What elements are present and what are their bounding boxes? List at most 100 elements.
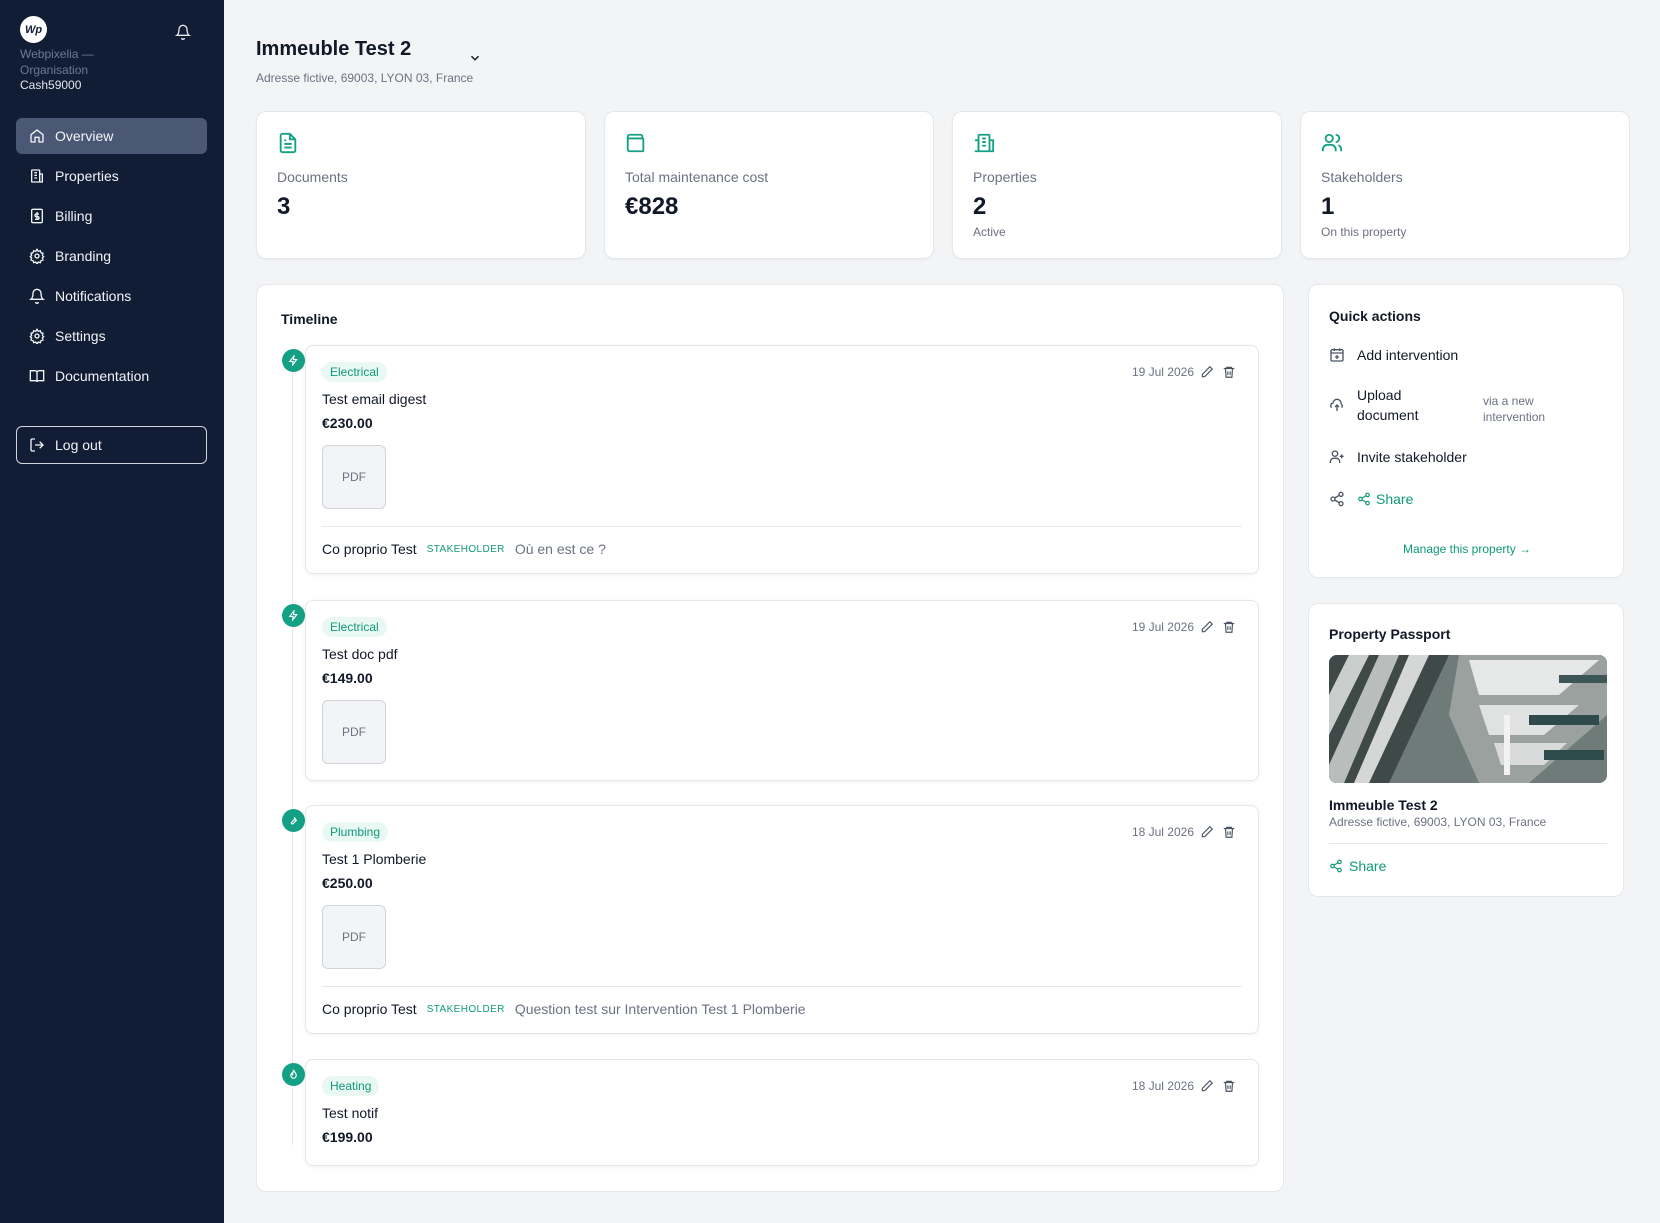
entry-name: Test doc pdf [322, 646, 398, 662]
edit-icon[interactable] [1200, 825, 1214, 839]
timeline-entry[interactable]: Electrical 19 Jul 2026 Test doc pdf €149… [305, 600, 1259, 781]
trash-icon[interactable] [1222, 620, 1236, 634]
sidebar: Wp Webpixelia — Organisation Cash59000 O… [0, 0, 224, 1223]
trash-icon[interactable] [1222, 365, 1236, 379]
stat-card-stakeholders: Stakeholders 1 On this property [1300, 111, 1630, 259]
pdf-thumbnail[interactable]: PDF [322, 445, 386, 509]
timeline-entry[interactable]: Heating 18 Jul 2026 Test notif €199.00 [305, 1059, 1259, 1166]
org-logo[interactable]: Wp [20, 16, 47, 43]
share-label: Share [1349, 858, 1387, 874]
divider [1329, 843, 1607, 844]
stat-card-documents: Documents 3 [256, 111, 586, 259]
manage-property-link[interactable]: Manage this property → [1309, 542, 1625, 556]
stat-value: 3 [277, 193, 291, 220]
user-plus-icon [1329, 450, 1344, 463]
invite-stakeholder-button[interactable]: Invite stakeholder [1329, 449, 1467, 465]
add-intervention-button[interactable]: Add intervention [1329, 347, 1458, 363]
stat-label: Stakeholders [1321, 169, 1403, 185]
stat-value: €828 [625, 193, 679, 220]
entry-name: Test 1 Plomberie [322, 851, 427, 867]
comment-author: Co proprio Test [322, 541, 417, 557]
org-id: Cash59000 [20, 78, 82, 92]
trash-icon[interactable] [1222, 1079, 1236, 1093]
entry-amount: €230.00 [322, 415, 373, 431]
pdf-thumbnail[interactable]: PDF [322, 700, 386, 764]
stat-sub: On this property [1321, 225, 1407, 239]
entry-amount: €149.00 [322, 670, 373, 686]
quick-actions-title: Quick actions [1329, 308, 1421, 324]
stat-label: Properties [973, 169, 1037, 185]
timeline-entry[interactable]: Plumbing 18 Jul 2026 Test 1 Plomberie €2… [305, 805, 1259, 1034]
pdf-thumbnail[interactable]: PDF [322, 905, 386, 969]
upload-document-button[interactable]: Upload document [1329, 385, 1437, 425]
category-badge: Heating [322, 1076, 380, 1096]
lightning-icon [282, 349, 305, 372]
share-action: Share [1329, 491, 1413, 507]
bell-icon[interactable] [175, 24, 191, 40]
flame-icon [282, 1063, 305, 1086]
sidebar-item-label: Properties [55, 168, 119, 184]
comment-author: Co proprio Test [322, 1001, 417, 1017]
chevron-down-icon[interactable] [468, 51, 482, 65]
upload-document-label: Upload document [1357, 387, 1419, 423]
timeline-panel: Timeline Electrical 19 Jul 2026 Test ema… [256, 284, 1284, 1192]
dollar-doc-icon [31, 208, 43, 224]
home-icon [30, 129, 44, 143]
timeline-entry[interactable]: Electrical 19 Jul 2026 Test email digest… [305, 345, 1259, 574]
entry-amount: €199.00 [322, 1129, 373, 1145]
share-icon [1358, 492, 1370, 506]
trash-icon[interactable] [1222, 825, 1236, 839]
passport-title: Property Passport [1329, 626, 1451, 642]
comment-text: Question test sur Intervention Test 1 Pl… [514, 1001, 806, 1017]
stat-card-maintenance-cost: Total maintenance cost €828 [604, 111, 934, 259]
page-title: Immeuble Test 2 [256, 38, 412, 60]
category-badge: Electrical [322, 617, 387, 637]
comment-role: STAKEHOLDER [426, 1003, 505, 1015]
add-intervention-label: Add intervention [1357, 347, 1459, 363]
page-address: Adresse fictive, 69003, LYON 03, France [256, 71, 474, 85]
stat-card-properties: Properties 2 Active [952, 111, 1282, 259]
gear-icon [29, 248, 45, 264]
passport-share-button[interactable]: Share [1329, 858, 1386, 874]
sidebar-item-branding[interactable]: Branding [16, 238, 207, 274]
timeline-line [292, 365, 293, 1145]
stat-value: 2 [973, 193, 987, 220]
sidebar-item-label: Overview [55, 128, 114, 144]
logout-button[interactable]: Log out [16, 426, 207, 464]
property-passport-panel: Property Passport Immeuble Test 2 Adress… [1308, 603, 1624, 897]
sidebar-item-properties[interactable]: Properties [16, 158, 207, 194]
edit-icon[interactable] [1200, 1079, 1214, 1093]
timeline-title: Timeline [281, 311, 338, 327]
entry-name: Test notif [322, 1105, 379, 1121]
share-button[interactable]: Share [1357, 491, 1413, 507]
sidebar-item-overview[interactable]: Overview [16, 118, 207, 154]
entry-comment: Co proprio Test STAKEHOLDER Où en est ce… [322, 526, 1242, 557]
book-icon [29, 370, 45, 383]
quick-actions-panel: Quick actions Add intervention Upload do… [1308, 284, 1624, 578]
calendar-plus-icon [1330, 348, 1344, 362]
edit-icon[interactable] [1200, 365, 1214, 379]
sidebar-item-documentation[interactable]: Documentation [16, 358, 207, 394]
wallet-icon [625, 132, 647, 154]
comment-role: STAKEHOLDER [426, 543, 505, 555]
passport-name: Immeuble Test 2 [1329, 797, 1438, 813]
sidebar-item-notifications[interactable]: Notifications [16, 278, 207, 314]
category-badge: Electrical [322, 362, 387, 382]
edit-icon[interactable] [1200, 620, 1214, 634]
share-icon [1330, 491, 1344, 507]
entry-date: 19 Jul 2026 [1131, 365, 1194, 379]
gear-icon [29, 328, 45, 344]
building-icon [973, 132, 995, 154]
invite-stakeholder-label: Invite stakeholder [1357, 449, 1467, 465]
sidebar-item-billing[interactable]: Billing [16, 198, 207, 234]
sidebar-item-settings[interactable]: Settings [16, 318, 207, 354]
entry-name: Test email digest [322, 391, 427, 407]
upload-note: via a new intervention [1483, 394, 1546, 424]
users-icon [1321, 132, 1343, 154]
entry-date: 18 Jul 2026 [1131, 825, 1194, 839]
share-icon [1330, 859, 1342, 873]
entry-date: 19 Jul 2026 [1131, 620, 1194, 634]
building-photo [1329, 655, 1607, 783]
org-name: Webpixelia — Organisation [20, 47, 94, 77]
bell-icon [29, 288, 45, 304]
